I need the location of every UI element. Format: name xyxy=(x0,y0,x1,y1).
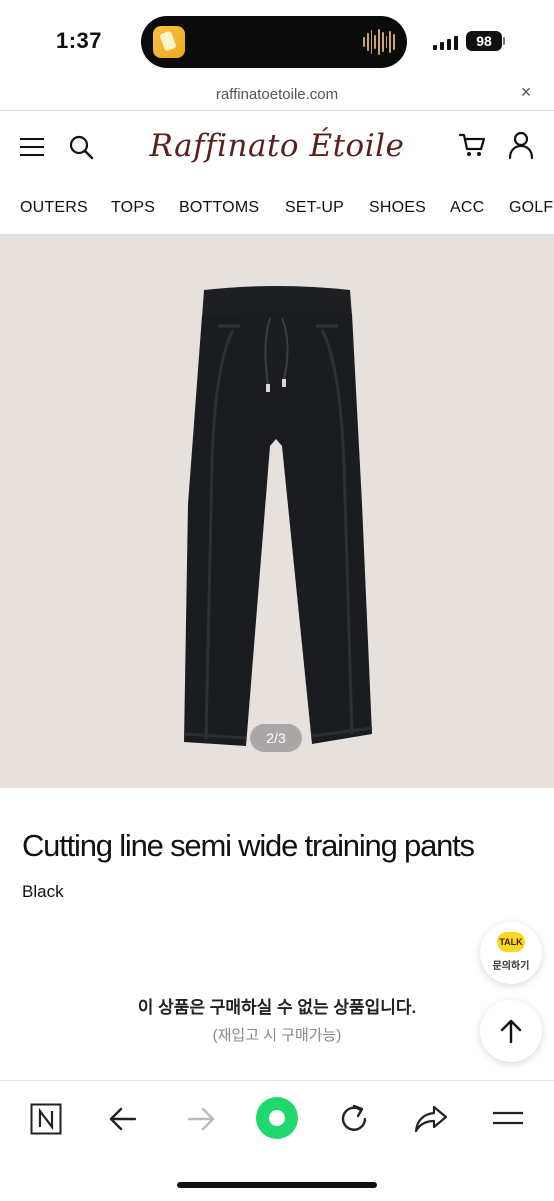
image-counter: 2/3 xyxy=(250,724,302,752)
kakao-inquiry-button[interactable]: TALK 문의하기 xyxy=(480,922,542,984)
browser-toolbar xyxy=(0,1080,554,1201)
product-image[interactable]: 2/3 xyxy=(0,234,554,788)
battery-indicator: 98 xyxy=(466,31,502,51)
status-bar: 1:37 98 xyxy=(0,0,554,80)
nav-bottoms[interactable]: BOTTOMS xyxy=(179,199,259,217)
product-color: Black xyxy=(22,882,64,901)
nav-outers[interactable]: OUTERS xyxy=(20,199,88,217)
close-icon[interactable]: × xyxy=(516,82,536,102)
battery-tip xyxy=(503,37,505,45)
notes-app-icon xyxy=(153,26,185,58)
record-button[interactable] xyxy=(256,1097,298,1139)
hamburger-icon[interactable] xyxy=(492,1107,524,1129)
search-icon[interactable] xyxy=(68,134,94,160)
cart-icon[interactable] xyxy=(458,131,486,159)
site-logo[interactable]: Raffinato Étoile xyxy=(140,121,414,171)
nav-shoes[interactable]: SHOES xyxy=(369,199,426,217)
kakao-label: 문의하기 xyxy=(492,961,530,972)
url-text[interactable]: raffinatoetoile.com xyxy=(0,86,554,103)
nav-acc[interactable]: ACC xyxy=(450,199,484,217)
audio-waveform-icon xyxy=(363,28,396,56)
nav-set-up[interactable]: SET-UP xyxy=(285,199,344,217)
menu-icon[interactable] xyxy=(20,136,44,158)
unavailable-message: 이 상품은 구매하실 수 없는 상품입니다. xyxy=(137,998,417,1017)
share-icon[interactable] xyxy=(414,1103,448,1135)
product-title: Cutting line semi wide training pants xyxy=(22,828,475,863)
arrow-left-icon[interactable] xyxy=(108,1105,138,1133)
site-header: Raffinato Étoile xyxy=(0,111,554,183)
kakao-talk-icon: TALK xyxy=(497,932,525,952)
pants-illustration xyxy=(183,286,373,746)
category-nav: OUTERS TOPS BOTTOMS SET-UP SHOES ACC GOL… xyxy=(0,183,554,233)
naver-n-icon[interactable] xyxy=(30,1103,62,1135)
arrow-up-icon xyxy=(500,1019,522,1044)
restock-note: (재입고 시 구매가능) xyxy=(212,1027,342,1044)
arrow-right-icon[interactable] xyxy=(186,1105,216,1133)
cellular-signal-icon xyxy=(433,34,459,50)
nav-golf[interactable]: GOLF xyxy=(509,199,553,217)
account-icon[interactable] xyxy=(508,131,534,159)
dynamic-island xyxy=(141,16,407,68)
status-time: 1:37 xyxy=(56,28,103,53)
home-indicator[interactable] xyxy=(177,1182,377,1188)
url-bar[interactable]: raffinatoetoile.com × xyxy=(0,80,554,110)
reload-icon[interactable] xyxy=(338,1103,370,1135)
scroll-top-button[interactable] xyxy=(480,1000,542,1062)
nav-tops[interactable]: TOPS xyxy=(111,199,155,217)
